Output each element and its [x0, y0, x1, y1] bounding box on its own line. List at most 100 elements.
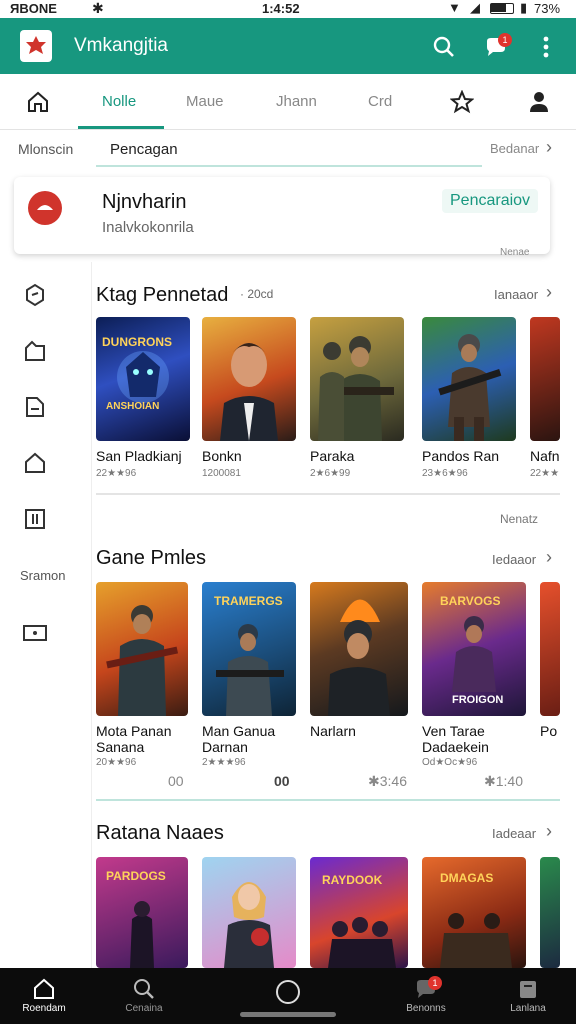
home-icon: [34, 978, 54, 999]
game-title[interactable]: San Pladkianj: [96, 448, 182, 464]
notification-badge: 1: [498, 33, 512, 47]
game-meta: 22★★96: [96, 468, 137, 479]
active-tab-indicator: [78, 126, 164, 129]
section-footer-label[interactable]: Nenatz: [500, 512, 538, 526]
search-icon[interactable]: [433, 36, 455, 58]
chevron-right-icon[interactable]: ›: [546, 282, 552, 303]
chevron-right-icon[interactable]: ›: [546, 821, 552, 842]
game-meta: 2★★★96: [202, 757, 246, 768]
see-all-link[interactable]: Iadeaar: [492, 826, 536, 841]
sidebar-label[interactable]: Sramon: [20, 568, 66, 583]
search-icon: [134, 979, 154, 999]
promo-subtitle: Inalvkokonrila: [102, 219, 194, 236]
bottom-nav-item-bag[interactable]: Lanlana: [496, 978, 560, 1014]
game-cover[interactable]: DUNGRONS ANSHOIAN: [96, 317, 190, 441]
bottom-nav: Roendam Cenaina 1 Benonns Lanlana: [0, 968, 576, 1024]
profile-icon[interactable]: [528, 90, 550, 114]
see-all-link[interactable]: Iedaaor: [492, 552, 536, 567]
app-title: Vmkangjtia: [74, 35, 168, 56]
game-title[interactable]: Pandos Ran: [422, 448, 499, 464]
sidebar-house-icon[interactable]: [22, 450, 48, 476]
game-meta: 1200081: [202, 468, 241, 479]
sidebar-list-icon[interactable]: [22, 506, 48, 532]
promo-card[interactable]: Njnvharin Inalvkokonrila Pencaraiov Nena…: [14, 177, 550, 258]
game-cover[interactable]: PARDOGS: [96, 857, 188, 968]
chevron-right-icon[interactable]: ›: [546, 547, 552, 568]
game-cover[interactable]: [530, 317, 560, 441]
section-divider: [96, 493, 560, 495]
section-divider: [96, 799, 560, 801]
bottom-nav-item-messages[interactable]: 1 Benonns: [394, 976, 458, 1014]
cover-logo: TRAMERGS: [214, 594, 283, 608]
carrier-label: ЯBONE: [10, 1, 57, 16]
battery-percent: 73%: [534, 1, 561, 16]
game-cover[interactable]: BARVOGS FROIGON: [422, 582, 526, 716]
cover-subtitle: FROIGON: [452, 694, 504, 706]
game-title[interactable]: Nafn: [530, 448, 560, 464]
bottom-nav-label: Cenaina: [125, 1003, 163, 1014]
game-title[interactable]: Bonkn: [202, 448, 242, 464]
game-cover[interactable]: [96, 582, 188, 716]
bottom-nav-item-home[interactable]: Roendam: [12, 978, 76, 1014]
sd-icon: ▮: [520, 0, 528, 15]
game-cover[interactable]: [310, 582, 408, 716]
cover-subtitle: ANSHOIAN: [106, 401, 160, 412]
filter-row: Mlonscin Pencagan Bedanar ›: [0, 131, 576, 169]
tab-crd[interactable]: Crd: [368, 93, 392, 110]
game-title[interactable]: Paraka: [310, 448, 354, 464]
tab-nolle[interactable]: Nolle: [102, 93, 136, 110]
game-title[interactable]: Mota Panan Sanana: [96, 723, 196, 755]
sidebar-document-icon[interactable]: [22, 394, 48, 420]
game-extra: 00: [168, 773, 184, 789]
game-cover[interactable]: [540, 582, 560, 716]
game-cover[interactable]: [422, 317, 516, 441]
star-icon[interactable]: [450, 90, 474, 114]
game-title[interactable]: Po: [540, 723, 560, 739]
sidebar-screen-icon[interactable]: [22, 620, 48, 646]
game-meta: 20★★96: [96, 757, 137, 768]
app-logo-icon[interactable]: [20, 30, 52, 62]
notification-badge: 1: [428, 976, 442, 990]
game-cover[interactable]: [202, 857, 296, 968]
search-input[interactable]: Pencagan: [96, 131, 482, 167]
game-meta: 2★6★99: [310, 468, 351, 479]
chevron-right-icon[interactable]: ›: [546, 137, 552, 158]
notifications-button[interactable]: 1: [484, 33, 512, 58]
game-cover[interactable]: TRAMERGS: [202, 582, 296, 716]
game-title[interactable]: Narlarn: [310, 723, 410, 739]
see-all-link[interactable]: Ianaaor: [494, 287, 538, 302]
section-ktag-pennetad: Ktag Pennetad · 20cd Ianaaor › DUNGRONS …: [96, 282, 576, 494]
promo-action-button[interactable]: Pencaraiov: [442, 189, 539, 213]
tab-jhann[interactable]: Jhann: [276, 93, 317, 110]
sidebar-puzzle-icon[interactable]: [22, 338, 48, 364]
game-title[interactable]: Man Ganua Darnan: [202, 723, 302, 755]
game-extra: ✱3:46: [368, 773, 407, 789]
sidebar-controller-icon[interactable]: [22, 282, 48, 308]
game-cover[interactable]: DMAGAS: [422, 857, 526, 968]
cover-logo: DUNGRONS: [102, 335, 173, 349]
filter-right-label[interactable]: Bedanar: [490, 141, 539, 156]
gesture-bar[interactable]: [240, 1012, 336, 1017]
game-title[interactable]: Ven Tarae Dadaekein: [422, 723, 532, 755]
more-options-icon[interactable]: [542, 36, 550, 58]
promo-title: Njnvharin: [102, 191, 187, 213]
sync-icon: ✱: [92, 0, 104, 16]
game-cover[interactable]: [310, 317, 404, 441]
bottom-nav-item-search[interactable]: Cenaina: [112, 978, 176, 1014]
wifi-icon: ▼: [448, 0, 461, 15]
signal-icon: ◢: [470, 0, 480, 15]
bag-icon: [520, 981, 536, 998]
circle-home-icon[interactable]: [276, 980, 300, 1004]
game-cover[interactable]: RAYDOOK: [310, 857, 408, 968]
game-meta: 22★★: [530, 468, 560, 479]
game-extra: ✱1:40: [484, 773, 523, 789]
bottom-nav-label: Lanlana: [510, 1003, 546, 1014]
game-cover[interactable]: [202, 317, 296, 441]
tab-maue[interactable]: Maue: [186, 93, 224, 110]
filter-left-label[interactable]: Mlonscin: [18, 141, 73, 157]
promo-logo-icon: [28, 191, 62, 225]
battery-icon: [490, 3, 514, 14]
home-icon[interactable]: [26, 90, 50, 114]
game-extra: 00: [274, 773, 290, 789]
game-cover[interactable]: [540, 857, 560, 968]
